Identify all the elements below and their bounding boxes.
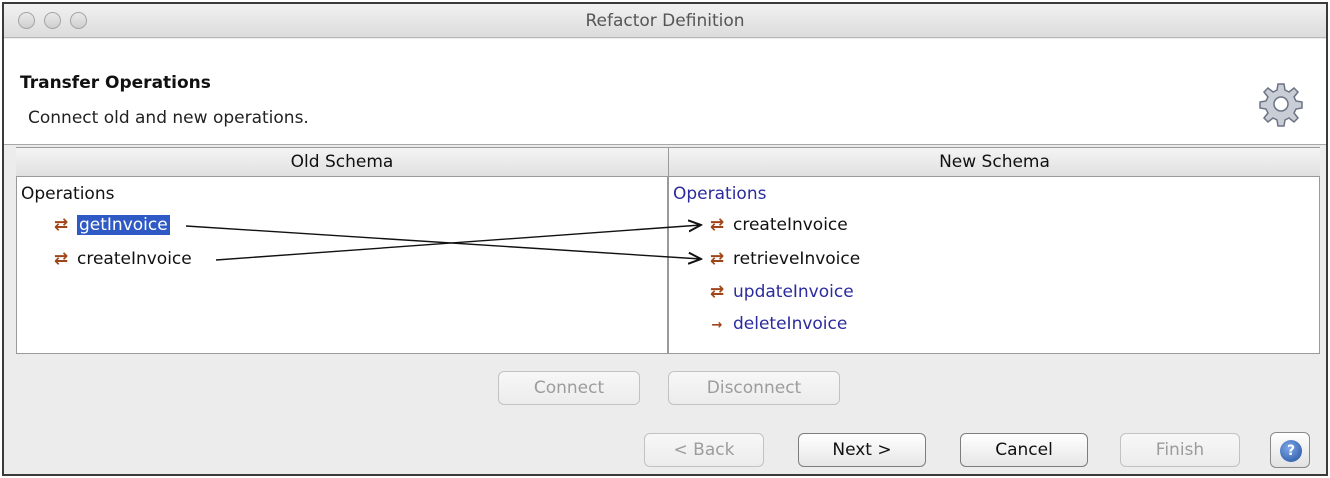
back-button[interactable]: < Back [644,433,764,467]
old-operation-label: createInvoice [77,249,192,269]
arrow-icon: → [711,318,723,333]
dialog-window: Refactor Definition Transfer Operations … [2,2,1328,476]
window-title: Refactor Definition [585,11,745,31]
new-operation-createinvoice[interactable]: ⇄ createInvoice [707,213,848,237]
new-operation-label: deleteInvoice [733,314,848,334]
page-title: Transfer Operations [20,73,211,93]
new-schema-heading: New Schema [668,147,1320,177]
next-button[interactable]: Next > [798,433,926,467]
new-operation-label: updateInvoice [733,282,854,302]
operation-icon: ⇄ [53,249,69,269]
finish-button[interactable]: Finish [1120,433,1240,467]
help-icon: ? [1280,440,1302,462]
new-operation-retrieveinvoice[interactable]: ⇄ retrieveInvoice [707,247,860,271]
old-operations-root[interactable]: Operations [21,184,114,204]
disconnect-button[interactable]: Disconnect [668,371,840,405]
new-operation-label: retrieveInvoice [733,249,861,269]
page-description: Connect old and new operations. [28,108,309,128]
connect-button[interactable]: Connect [498,371,640,405]
wizard-header: Transfer Operations Connect old and new … [4,39,1326,145]
new-operation-updateinvoice[interactable]: ⇄ updateInvoice [707,280,854,304]
operation-icon: ⇄ [53,215,69,235]
old-schema-tree[interactable]: Operations ⇄ getInvoice ⇄ createInvoice [16,177,668,354]
new-operations-root[interactable]: Operations [673,184,766,204]
gear-icon [1259,83,1303,127]
new-operation-deleteinvoice[interactable]: → deleteInvoice [707,312,848,336]
operation-icon: ⇄ [709,282,725,302]
new-schema-tree[interactable]: Operations ⇄ createInvoice ⇄ retrieveInvoi… [668,177,1320,354]
old-operation-createinvoice[interactable]: ⇄ createInvoice [51,247,192,271]
old-operation-label: getInvoice [77,215,170,235]
cancel-button[interactable]: Cancel [960,433,1088,467]
title-bar: Refactor Definition [4,4,1326,38]
old-operation-getinvoice[interactable]: ⇄ getInvoice [51,213,170,237]
old-schema-heading: Old Schema [16,147,668,177]
operation-icon: ⇄ [709,249,725,269]
new-operation-label: createInvoice [733,215,848,235]
operation-icon: ⇄ [709,215,725,235]
help-button[interactable]: ? [1270,432,1310,468]
